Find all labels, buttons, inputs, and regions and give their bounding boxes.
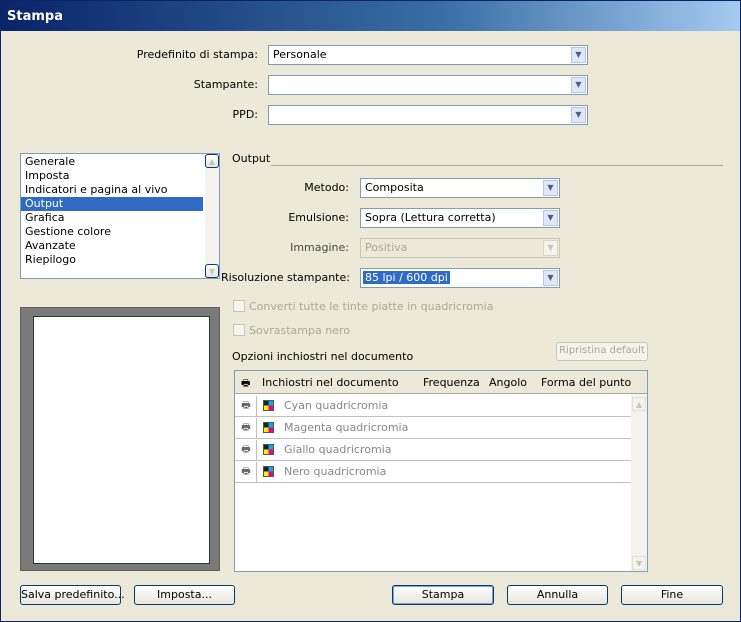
col-frequency[interactable]: Frequenza bbox=[423, 376, 480, 389]
sidebar-item-imposta[interactable]: Imposta bbox=[21, 169, 203, 183]
sidebar-item-generale[interactable]: Generale bbox=[21, 155, 203, 169]
printer-label: Stampante: bbox=[193, 78, 258, 91]
checkbox-box[interactable] bbox=[233, 300, 245, 312]
sidebar-item-riepilogo[interactable]: Riepilogo bbox=[21, 253, 203, 267]
resolution-label: Risoluzione stampante: bbox=[221, 271, 350, 284]
print-button[interactable]: Stampa bbox=[392, 585, 494, 605]
process-color-icon bbox=[263, 466, 274, 477]
emulsion-value: Sopra (Lettura corretta) bbox=[365, 211, 496, 224]
overprint-black-checkbox[interactable]: Sovrastampa nero bbox=[233, 324, 350, 337]
ink-name: Magenta quadricromia bbox=[284, 421, 409, 434]
printer-icon[interactable]: 🖶 bbox=[236, 440, 257, 460]
chevron-down-icon[interactable]: ▼ bbox=[571, 107, 586, 123]
save-preset-button[interactable]: Salva predefinito... bbox=[20, 585, 125, 605]
chevron-down-icon[interactable]: ▼ bbox=[543, 180, 558, 196]
printer-icon: 🖶 bbox=[241, 378, 251, 389]
process-color-icon bbox=[263, 400, 274, 411]
cancel-button[interactable]: Annulla bbox=[507, 585, 608, 605]
ppd-label: PPD: bbox=[232, 108, 258, 121]
chevron-down-icon[interactable]: ▼ bbox=[571, 77, 586, 93]
printer-icon[interactable]: 🖶 bbox=[236, 462, 257, 482]
sidebar-item-avanzate[interactable]: Avanzate bbox=[21, 239, 203, 253]
table-row[interactable]: 🖶 Nero quadricromia bbox=[235, 461, 631, 483]
convert-spot-checkbox[interactable]: Converti tutte le tinte piatte in quadri… bbox=[233, 300, 493, 313]
image-select: Positiva ▼ bbox=[360, 238, 560, 258]
ink-name: Nero quadricromia bbox=[284, 465, 387, 478]
setup-button[interactable]: Imposta... bbox=[134, 585, 235, 605]
scroll-up-icon[interactable]: ▲ bbox=[205, 154, 219, 168]
preset-value: Personale bbox=[273, 48, 327, 61]
preview-page bbox=[33, 316, 210, 564]
convert-spot-label: Converti tutte le tinte piatte in quadri… bbox=[249, 300, 494, 313]
sidebar-item-indicatori[interactable]: Indicatori e pagina al vivo bbox=[21, 183, 203, 197]
list-scrollbar[interactable]: ▲ ▼ bbox=[205, 154, 219, 278]
method-value: Composita bbox=[365, 181, 424, 194]
col-inks[interactable]: Inchiostri nel documento bbox=[262, 376, 399, 389]
category-list[interactable]: Generale Imposta Indicatori e pagina al … bbox=[20, 153, 220, 279]
title-bar[interactable]: Stampa bbox=[1, 1, 740, 31]
image-label: Immagine: bbox=[290, 241, 349, 254]
window-title: Stampa bbox=[7, 9, 63, 24]
scroll-up-icon[interactable]: ▲ bbox=[632, 397, 646, 411]
col-dot-shape[interactable]: Forma del punto bbox=[541, 376, 631, 389]
sidebar-item-output[interactable]: Output bbox=[21, 197, 203, 211]
method-select[interactable]: Composita ▼ bbox=[360, 178, 560, 198]
checkbox-box[interactable] bbox=[233, 324, 245, 336]
table-row[interactable]: 🖶 Cyan quadricromia bbox=[235, 395, 631, 417]
preset-label: Predefinito di stampa: bbox=[136, 48, 258, 61]
printer-icon[interactable]: 🖶 bbox=[236, 418, 257, 438]
reset-defaults-button: Ripristina default bbox=[556, 342, 648, 361]
section-title: Output bbox=[232, 152, 271, 165]
table-row[interactable]: 🖶 Magenta quadricromia bbox=[235, 417, 631, 439]
process-color-icon bbox=[263, 444, 274, 455]
scroll-down-icon[interactable]: ▼ bbox=[632, 556, 646, 570]
table-row[interactable]: 🖶 Giallo quadricromia bbox=[235, 439, 631, 461]
table-header: 🖶 Inchiostri nel documento Frequenza Ang… bbox=[235, 371, 647, 394]
col-angle[interactable]: Angolo bbox=[489, 376, 527, 389]
print-dialog: Stampa Predefinito di stampa: Personale … bbox=[0, 0, 741, 622]
resolution-select[interactable]: 85 lpi / 600 dpi ▼ bbox=[360, 268, 560, 288]
sidebar-item-gestione-colore[interactable]: Gestione colore bbox=[21, 225, 203, 239]
section-divider bbox=[271, 165, 723, 166]
method-label: Metodo: bbox=[304, 181, 349, 194]
overprint-black-label: Sovrastampa nero bbox=[249, 324, 350, 337]
resolution-value: 85 lpi / 600 dpi bbox=[363, 271, 450, 284]
table-scrollbar[interactable]: ▲ ▼ bbox=[631, 394, 647, 571]
emulsion-label: Emulsione: bbox=[288, 211, 349, 224]
page-preview bbox=[20, 307, 220, 571]
printer-icon[interactable]: 🖶 bbox=[236, 396, 257, 416]
chevron-down-icon[interactable]: ▼ bbox=[543, 210, 558, 226]
process-color-icon bbox=[263, 422, 274, 433]
inks-title: Opzioni inchiostri nel documento bbox=[232, 350, 414, 363]
ink-name: Giallo quadricromia bbox=[284, 443, 392, 456]
ppd-select[interactable]: ▼ bbox=[268, 105, 588, 125]
image-value: Positiva bbox=[365, 241, 408, 254]
chevron-down-icon[interactable]: ▼ bbox=[571, 47, 586, 63]
sidebar-item-grafica[interactable]: Grafica bbox=[21, 211, 203, 225]
ink-table[interactable]: 🖶 Inchiostri nel documento Frequenza Ang… bbox=[234, 370, 648, 572]
preset-select[interactable]: Personale ▼ bbox=[268, 45, 588, 65]
done-button[interactable]: Fine bbox=[621, 585, 723, 605]
chevron-down-icon: ▼ bbox=[543, 240, 558, 256]
chevron-down-icon[interactable]: ▼ bbox=[543, 270, 558, 286]
scroll-down-icon[interactable]: ▼ bbox=[205, 264, 219, 278]
printer-select[interactable]: ▼ bbox=[268, 75, 588, 95]
ink-name: Cyan quadricromia bbox=[284, 399, 389, 412]
emulsion-select[interactable]: Sopra (Lettura corretta) ▼ bbox=[360, 208, 560, 228]
